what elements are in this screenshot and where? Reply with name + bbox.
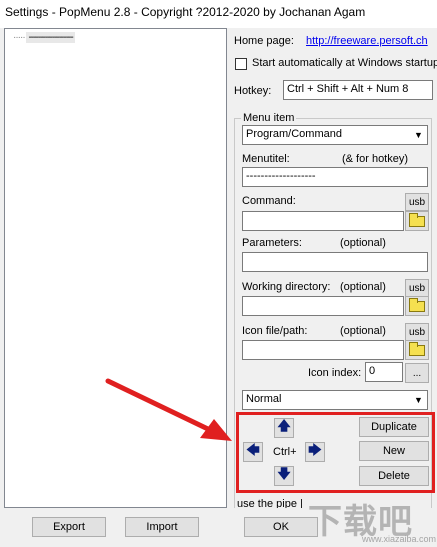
export-button[interactable]: Export bbox=[32, 517, 106, 537]
menutitel-label: Menutitel: bbox=[242, 153, 290, 165]
ctrl-plus-label: Ctrl+ bbox=[273, 446, 297, 458]
startup-label: Start automatically at Windows startup bbox=[252, 57, 437, 69]
parameters-hint: (optional) bbox=[340, 237, 386, 249]
iconfile-browse-button[interactable] bbox=[405, 340, 429, 360]
parameters-label: Parameters: bbox=[242, 237, 302, 249]
workdir-hint: (optional) bbox=[340, 281, 386, 293]
item-type-value: Program/Command bbox=[246, 128, 342, 140]
command-label: Command: bbox=[242, 195, 296, 207]
arrow-left-icon: 🡄 bbox=[246, 442, 260, 457]
parameters-input[interactable] bbox=[242, 252, 428, 272]
window-title: Settings - PopMenu 2.8 - Copyright ?2012… bbox=[5, 5, 366, 19]
menu-item-group-title: Menu item bbox=[241, 112, 297, 124]
command-input[interactable] bbox=[242, 211, 404, 231]
iconindex-input[interactable]: 0 bbox=[365, 362, 403, 382]
startup-checkbox[interactable] bbox=[235, 58, 247, 70]
arrow-up-icon: 🡅 bbox=[277, 418, 291, 433]
workdir-usb-button[interactable]: usb bbox=[405, 279, 429, 297]
folder-icon bbox=[409, 341, 425, 356]
import-button[interactable]: Import bbox=[125, 517, 199, 537]
ok-button[interactable]: OK bbox=[244, 517, 318, 537]
iconindex-label: Icon index: bbox=[308, 367, 362, 379]
move-down-button[interactable]: 🡇 bbox=[274, 466, 294, 486]
move-up-button[interactable]: 🡅 bbox=[274, 418, 294, 438]
iconfile-hint: (optional) bbox=[340, 325, 386, 337]
iconfile-input[interactable] bbox=[242, 340, 404, 360]
folder-icon bbox=[409, 212, 425, 227]
tree-item-label: ------------------- bbox=[26, 32, 75, 43]
tree-item[interactable]: ····· ------------------- bbox=[13, 32, 75, 43]
item-type-select[interactable]: Program/Command ▼ bbox=[242, 125, 428, 145]
window-state-select[interactable]: Normal ▼ bbox=[242, 390, 428, 410]
hotkey-label: Hotkey: bbox=[234, 85, 272, 97]
folder-icon bbox=[409, 297, 425, 312]
footer-bar: Export Import OK bbox=[0, 508, 437, 547]
tree-connector: ····· bbox=[13, 32, 26, 43]
menutitel-hint: (& for hotkey) bbox=[342, 153, 409, 165]
delete-button[interactable]: Delete bbox=[359, 466, 429, 486]
arrow-down-icon: 🡇 bbox=[277, 466, 291, 481]
workdir-label: Working directory: bbox=[242, 281, 331, 293]
title-bar: Settings - PopMenu 2.8 - Copyright ?2012… bbox=[0, 0, 437, 28]
iconindex-browse-button[interactable]: ... bbox=[405, 363, 429, 383]
move-left-button[interactable]: 🡄 bbox=[243, 442, 263, 462]
command-browse-button[interactable] bbox=[405, 211, 429, 231]
chevron-down-icon: ▼ bbox=[414, 130, 423, 140]
command-usb-button[interactable]: usb bbox=[405, 193, 429, 211]
hotkey-field[interactable]: Ctrl + Shift + Alt + Num 8 bbox=[283, 80, 433, 100]
chevron-down-icon: ▼ bbox=[414, 395, 423, 405]
menu-tree[interactable]: ····· ------------------- bbox=[4, 28, 227, 508]
workdir-input[interactable] bbox=[242, 296, 404, 316]
homepage-link[interactable]: http://freeware.persoft.ch bbox=[306, 35, 428, 47]
settings-window: Settings - PopMenu 2.8 - Copyright ?2012… bbox=[0, 0, 437, 547]
homepage-label: Home page: bbox=[234, 35, 294, 47]
window-state-value: Normal bbox=[246, 393, 282, 405]
arrow-right-icon: 🡆 bbox=[308, 442, 322, 457]
workdir-browse-button[interactable] bbox=[405, 296, 429, 316]
move-right-button[interactable]: 🡆 bbox=[305, 442, 325, 462]
new-button[interactable]: New bbox=[359, 441, 429, 461]
menutitel-input[interactable]: ------------------- bbox=[242, 167, 428, 187]
duplicate-button[interactable]: Duplicate bbox=[359, 417, 429, 437]
iconfile-label: Icon file/path: bbox=[242, 325, 308, 337]
iconfile-usb-button[interactable]: usb bbox=[405, 323, 429, 341]
